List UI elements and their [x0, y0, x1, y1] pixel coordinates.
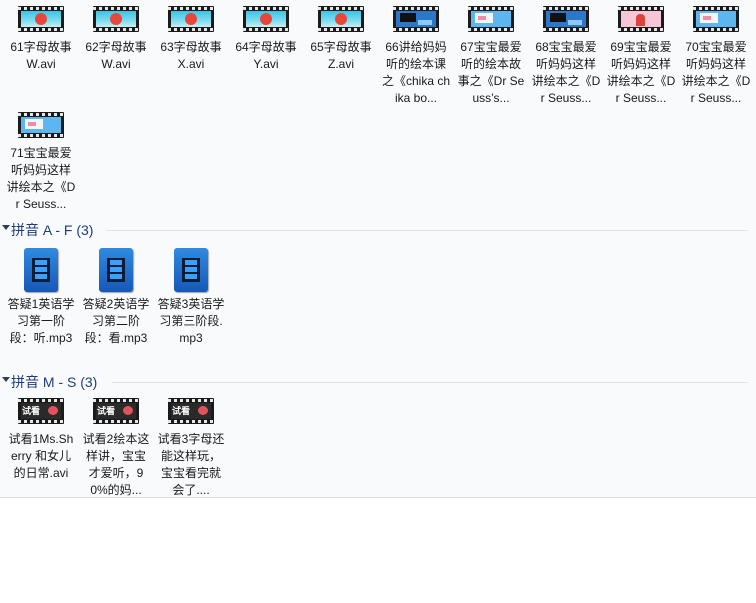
mp3-file-icon — [21, 248, 61, 294]
video-file-item[interactable]: 69宝宝最爱听妈妈这样讲绘本之《Dr Seuss... — [605, 0, 677, 107]
video-thumbnail-icon — [93, 6, 139, 32]
video-thumbnail-icon — [243, 6, 289, 32]
file-name: 62字母故事W.avi — [85, 40, 147, 71]
video-file-item[interactable]: 63字母故事X.avi — [155, 0, 227, 73]
video-file-item[interactable]: 70宝宝最爱听妈妈这样讲绘本之《Dr Seuss... — [680, 0, 752, 107]
file-name: 66讲给妈妈听的绘本课之《chika chika bo... — [381, 40, 451, 105]
video-file-item[interactable]: 试看2绘本这样讲，宝宝才爱听，90%的妈... — [80, 392, 152, 497]
file-name: 68宝宝最爱听妈妈这样讲绘本之《Dr Seuss... — [531, 40, 601, 105]
video-file-item[interactable]: 试看3字母还能这样玩，宝宝看完就会了.... — [155, 392, 227, 497]
video-thumbnail-icon — [168, 6, 214, 32]
audio-file-item[interactable]: 答疑2英语学习第二阶段：看.mp3 — [80, 248, 152, 347]
group-header-pinyin-m-s[interactable]: 拼音 M - S (3) — [0, 373, 748, 393]
video-file-item[interactable]: 67宝宝最爱听的绘本故事之《Dr Seuss’s... — [455, 0, 527, 107]
video-thumbnail-icon — [318, 6, 364, 32]
video-file-item[interactable]: 61字母故事W.avi — [5, 0, 77, 73]
video-thumbnail-icon — [18, 398, 64, 424]
video-file-item[interactable]: 65字母故事Z.avi — [305, 0, 377, 73]
file-name: 试看1Ms.Sherry 和女儿的日常.avi — [8, 432, 74, 480]
file-name: 答疑3英语学习第三阶段.mp3 — [157, 297, 225, 345]
file-name: 71宝宝最爱听妈妈这样讲绘本之《Dr Seuss... — [6, 146, 76, 211]
file-list-pane: 61字母故事W.avi 62字母故事W.avi 63字母故事X.avi 64字母… — [0, 0, 756, 497]
group-divider — [112, 382, 748, 383]
video-thumbnail-icon — [393, 6, 439, 32]
file-name: 答疑2英语学习第二阶段：看.mp3 — [82, 297, 150, 345]
file-name: 61字母故事W.avi — [10, 40, 72, 71]
pane-border — [0, 497, 756, 498]
file-name: 69宝宝最爱听妈妈这样讲绘本之《Dr Seuss... — [606, 40, 676, 105]
file-name: 65字母故事Z.avi — [310, 40, 372, 71]
chevron-down-icon[interactable] — [2, 225, 10, 230]
video-file-item[interactable]: 62字母故事W.avi — [80, 0, 152, 73]
video-thumbnail-icon — [18, 6, 64, 32]
video-file-item[interactable]: 试看1Ms.Sherry 和女儿的日常.avi — [5, 392, 77, 482]
file-name: 63字母故事X.avi — [160, 40, 222, 71]
video-thumbnail-icon — [693, 6, 739, 32]
file-name: 64字母故事Y.avi — [235, 40, 297, 71]
video-thumbnail-icon — [618, 6, 664, 32]
video-thumbnail-icon — [468, 6, 514, 32]
video-thumbnail-icon — [168, 398, 214, 424]
file-name: 试看2绘本这样讲，宝宝才爱听，90%的妈... — [82, 432, 150, 497]
file-name: 答疑1英语学习第一阶段：听.mp3 — [7, 297, 75, 345]
file-name: 70宝宝最爱听妈妈这样讲绘本之《Dr Seuss... — [681, 40, 751, 105]
video-file-item[interactable]: 68宝宝最爱听妈妈这样讲绘本之《Dr Seuss... — [530, 0, 602, 107]
group-header-pinyin-a-f[interactable]: 拼音 A - F (3) — [0, 221, 748, 241]
video-thumbnail-icon — [543, 6, 589, 32]
file-name: 试看3字母还能这样玩，宝宝看完就会了.... — [157, 432, 225, 497]
video-file-item[interactable]: 64字母故事Y.avi — [230, 0, 302, 73]
group-title: 拼音 M - S (3) — [11, 374, 98, 390]
audio-file-item[interactable]: 答疑1英语学习第一阶段：听.mp3 — [5, 248, 77, 347]
video-thumbnail-icon — [18, 112, 64, 138]
group-title: 拼音 A - F (3) — [11, 222, 94, 238]
chevron-down-icon[interactable] — [2, 377, 10, 382]
mp3-file-icon — [171, 248, 211, 294]
video-file-item[interactable]: 66讲给妈妈听的绘本课之《chika chika bo... — [380, 0, 452, 107]
video-file-item[interactable]: 71宝宝最爱听妈妈这样讲绘本之《Dr Seuss... — [5, 106, 77, 213]
video-thumbnail-icon — [93, 398, 139, 424]
mp3-file-icon — [96, 248, 136, 294]
file-name: 67宝宝最爱听的绘本故事之《Dr Seuss’s... — [457, 40, 525, 105]
group-divider — [106, 230, 748, 231]
audio-file-item[interactable]: 答疑3英语学习第三阶段.mp3 — [155, 248, 227, 347]
